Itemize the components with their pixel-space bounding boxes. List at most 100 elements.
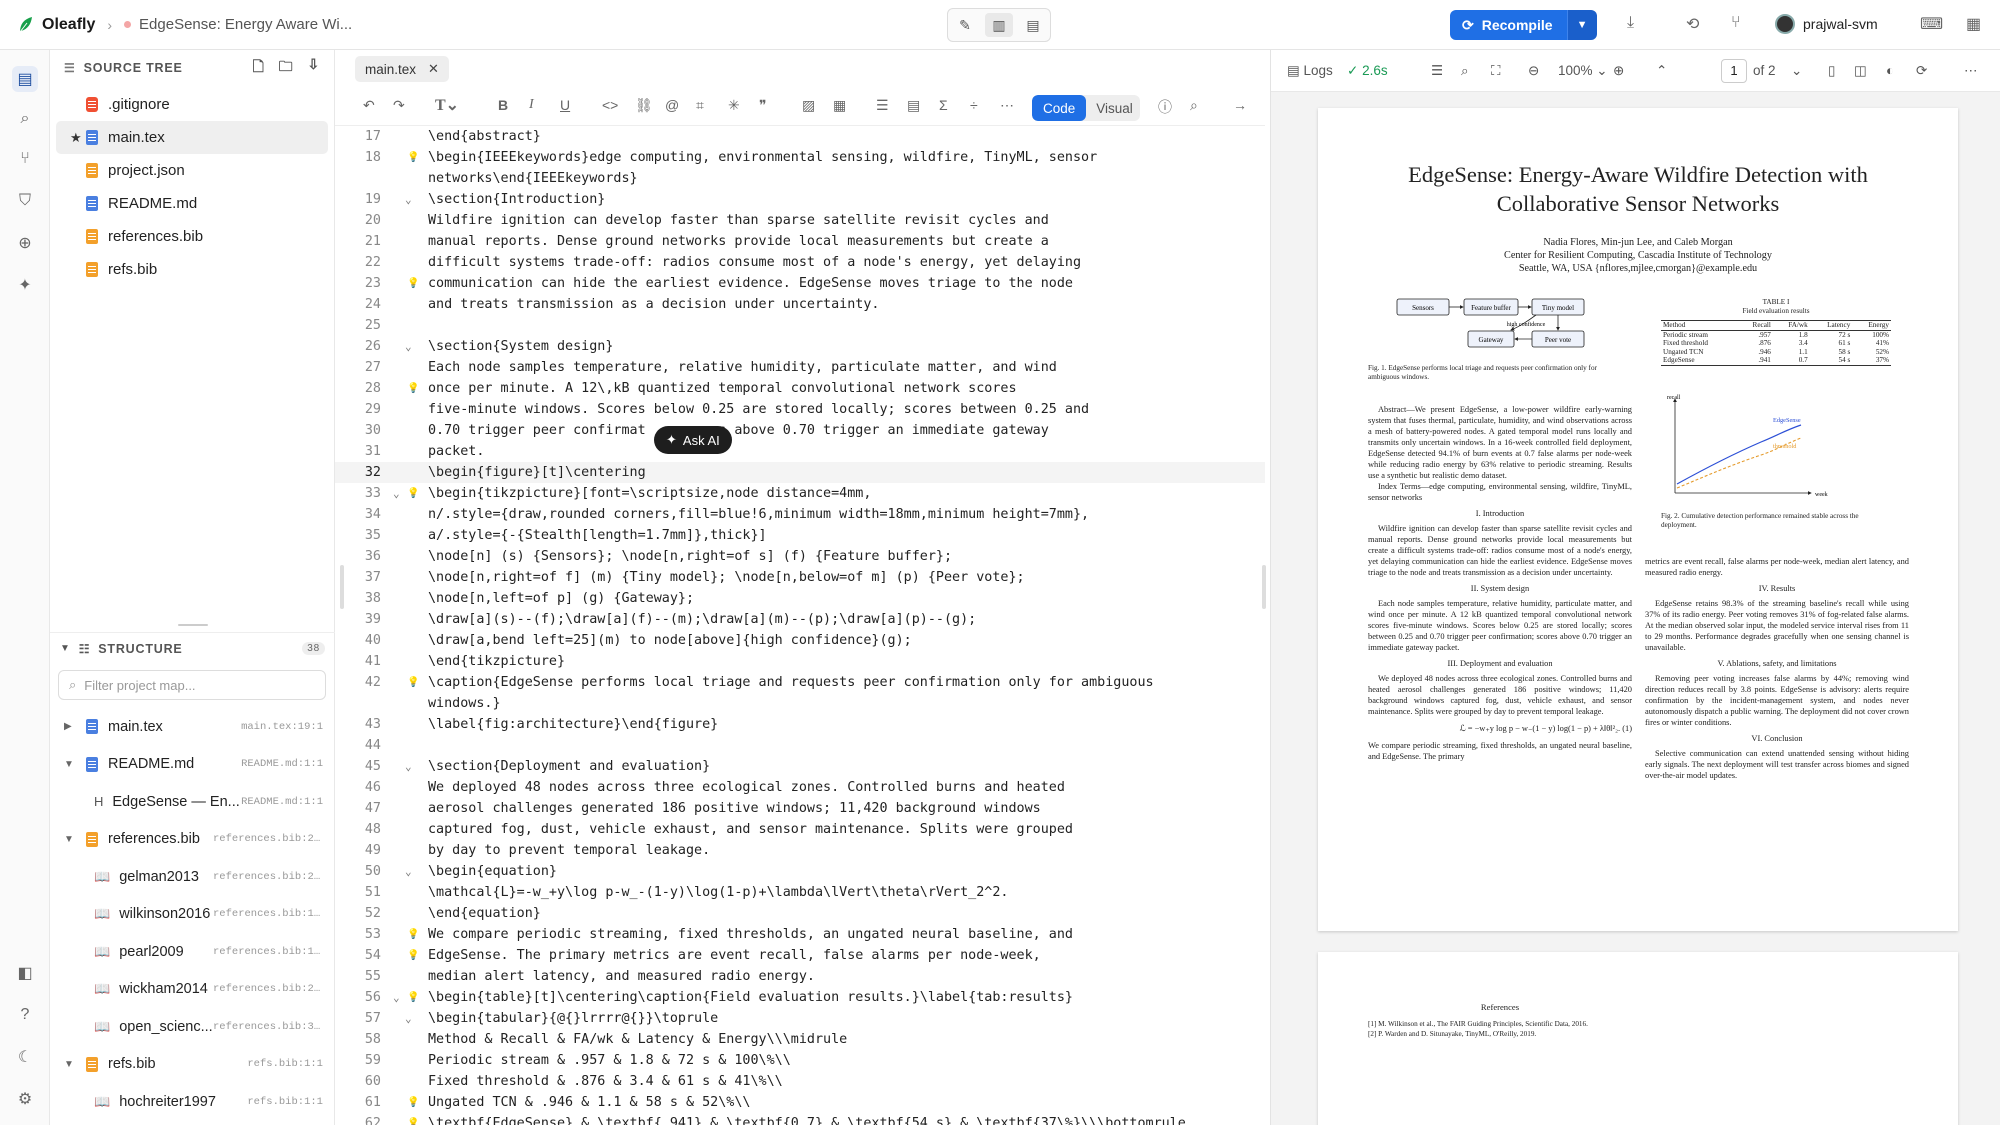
visual-mode-button[interactable]: Visual [1086, 95, 1140, 121]
zoom-out-icon[interactable]: ⊖ [1528, 63, 1539, 79]
code-line[interactable]: 57 ⌄ \begin{tabular}{@{}lrrrr@{}}\toprule [335, 1008, 1265, 1029]
gear-icon[interactable]: ⚙ [12, 1086, 38, 1112]
structure-filter-input[interactable]: ⌕ Filter project map... [58, 670, 326, 700]
help-icon[interactable]: ? [12, 1002, 38, 1028]
single-page-icon[interactable]: ▯ [1828, 63, 1835, 79]
structure-item[interactable]: 📖 wilkinson2016references.bib:11... [50, 896, 335, 934]
bold-icon[interactable]: B [498, 97, 508, 113]
code-line[interactable]: 62 💡 \textbf{EdgeSense} & \textbf{.941} & … [335, 1113, 1265, 1125]
code-line[interactable]: 42 💡 \caption{EdgeSense performs local tri… [335, 672, 1265, 693]
code-line[interactable]: 48 captured fog, dust, vehicle exhaust, a… [335, 819, 1265, 840]
ask-ai-button[interactable]: ✦ Ask AI [654, 426, 732, 454]
code-line[interactable]: 40 \draw[a,bend left=25](m) to node[above… [335, 630, 1265, 651]
fullscreen-icon[interactable]: ⛶ [1491, 63, 1500, 79]
bullet-list-icon[interactable]: ☰ [876, 97, 889, 114]
search-icon[interactable]: ⌕ [1190, 97, 1198, 114]
code-line[interactable]: windows.} [335, 693, 1265, 714]
document-title[interactable]: EdgeSense: Energy Aware Wi... [124, 16, 352, 33]
code-line[interactable]: 32 \begin{figure}[t]\centering [335, 462, 1265, 483]
structure-item[interactable]: ▶ main.tex main.tex:19:1 [50, 708, 335, 746]
code-line[interactable]: 43 \label{fig:architecture}\end{figure} [335, 714, 1265, 735]
code-line[interactable]: 41 \end{tikzpicture} [335, 651, 1265, 672]
zoom-in-icon[interactable]: ⊕ [1613, 63, 1624, 79]
fold-chevron-icon[interactable]: ⌄ [405, 1008, 412, 1029]
link-icon[interactable]: ⛓ [635, 97, 653, 114]
code-line[interactable]: 56 💡 ⌄ \begin{table}[t]\centering\caption{F… [335, 987, 1265, 1008]
code-line[interactable]: 19 ⌄ \section{Introduction} [335, 189, 1265, 210]
table-icon[interactable]: ▦ [833, 97, 846, 114]
code-line[interactable]: 17 \end{abstract} [335, 126, 1265, 147]
fold-chevron-icon[interactable]: ⌄ [405, 756, 412, 777]
more-icon[interactable]: ⋯ [1000, 97, 1014, 114]
code-line[interactable]: 29 five-minute windows. Scores below 0.25… [335, 399, 1265, 420]
code-line[interactable]: 30 0.70 trigger peer confirmat es above 0… [335, 420, 1265, 441]
refresh-icon[interactable]: ⟳ [1916, 63, 1927, 79]
structure-item[interactable]: 📖 open_scienc...references.bib:35... [50, 1008, 335, 1046]
code-line[interactable]: 26 ⌄ \section{System design} [335, 336, 1265, 357]
code-line[interactable]: 24 and treats transmission as a decision … [335, 294, 1265, 315]
code-line[interactable]: 46 We deployed 48 nodes across three ecol… [335, 777, 1265, 798]
recompile-button[interactable]: ⟳ Recompile [1450, 10, 1567, 40]
panel-resize-handle[interactable] [178, 624, 208, 626]
code-line[interactable]: 54 💡 EdgeSense. The primary metrics are ev… [335, 945, 1265, 966]
sparkle-icon[interactable]: ✦ [12, 272, 38, 298]
code-line[interactable]: 37 \node[n,right=of f] (m) {Tiny model}; … [335, 567, 1265, 588]
structure-item[interactable]: 📖 wickham2014 references.bib:26... [50, 971, 335, 1009]
code-line[interactable]: 20 Wildfire ignition can develop faster t… [335, 210, 1265, 231]
numbered-list-icon[interactable]: ▤ [907, 97, 920, 114]
structure-header[interactable]: ▼ ☷ STRUCTURE 38 [50, 632, 335, 664]
files-icon[interactable]: ▤ [12, 66, 38, 92]
lightbulb-icon[interactable]: 💡 [407, 945, 419, 966]
code-line[interactable]: 44 [335, 735, 1265, 756]
lightbulb-icon[interactable]: 💡 [407, 273, 419, 294]
zoom-search-icon[interactable]: ⊕ [12, 230, 38, 256]
tab-main-tex[interactable]: main.tex ✕ [355, 56, 449, 82]
lightbulb-icon[interactable]: 💡 [407, 987, 419, 1008]
app-logo[interactable]: Oleafly [18, 16, 95, 34]
fold-chevron-icon[interactable]: ⌄ [393, 987, 400, 1008]
structure-item[interactable]: H EdgeSense — En... README.md:1:1 [50, 783, 335, 821]
sidebar-collapse-icon[interactable]: ◧ [12, 960, 38, 986]
file-item[interactable]: references.bib [50, 220, 334, 253]
code-line[interactable]: 50 ⌄ \begin{equation} [335, 861, 1265, 882]
undo-icon[interactable]: ↶ [363, 97, 375, 114]
code-line[interactable]: networks\end{IEEEkeywords} [335, 168, 1265, 189]
file-item[interactable]: .gitignore [50, 88, 334, 121]
code-line[interactable]: 51 \mathcal{L}=-w_+y\log p-w_-(1-y)\log(1… [335, 882, 1265, 903]
file-item[interactable]: README.md [50, 187, 334, 220]
code-line[interactable]: 58 Method & Recall & FA/wk & Latency & En… [335, 1029, 1265, 1050]
underline-icon[interactable]: U [560, 97, 570, 113]
code-line[interactable]: 33 💡 ⌄ \begin{tikzpicture}[font=\scriptsize… [335, 483, 1265, 504]
code-line[interactable]: 61 💡 Ungated TCN & .946 & 1.1 & 58 s & 52\… [335, 1092, 1265, 1113]
fold-chevron-icon[interactable]: ⌄ [405, 189, 412, 210]
code-line[interactable]: 49 by day to prevent temporal leakage. [335, 840, 1265, 861]
code-line[interactable]: 38 \node[n,left=of p] (g) {Gateway}; [335, 588, 1265, 609]
pdf-only-view-icon[interactable]: ▤ [1019, 13, 1047, 37]
code-line[interactable]: 52 \end{equation} [335, 903, 1265, 924]
code-line[interactable]: 55 median alert latency, and measured rad… [335, 966, 1265, 987]
recompile-dropdown-button[interactable]: ▼ [1566, 10, 1597, 40]
two-page-icon[interactable]: ◫ [1854, 63, 1867, 79]
code-line[interactable]: 53 💡 We compare periodic streaming, fixed … [335, 924, 1265, 945]
contrast-icon[interactable]: ◐ [1886, 63, 1894, 78]
arrow-right-icon[interactable]: → [1233, 97, 1247, 113]
fold-chevron-icon[interactable]: ⌄ [405, 861, 412, 882]
git-branch-icon[interactable]: ⑂ [1731, 14, 1741, 32]
sidebar-resize-handle[interactable] [340, 565, 344, 609]
previous-page-icon[interactable]: ⌃ [1656, 63, 1667, 79]
divide-icon[interactable]: ÷ [970, 97, 978, 113]
user-menu[interactable]: prajwal-svm [1775, 14, 1878, 34]
upload-icon[interactable]: ⇩ [307, 56, 320, 80]
outline-icon[interactable]: ☰ [1431, 63, 1443, 79]
page-number-input[interactable]: 1 [1721, 59, 1747, 83]
sigma-icon[interactable]: Σ [939, 97, 948, 113]
code-icon[interactable]: <> [602, 97, 618, 113]
zoom-select[interactable]: 100% ⌄ [1558, 63, 1608, 79]
git-branch-icon[interactable]: ⑂ [12, 146, 38, 172]
lightbulb-icon[interactable]: 💡 [407, 672, 419, 693]
search-icon[interactable]: ⌕ [12, 106, 38, 132]
italic-icon[interactable]: I [529, 97, 534, 113]
structure-item[interactable]: 📖 hochreiter1997 refs.bib:1:1 [50, 1083, 335, 1121]
code-line[interactable]: 25 [335, 315, 1265, 336]
lightbulb-icon[interactable]: 💡 [407, 1113, 419, 1125]
